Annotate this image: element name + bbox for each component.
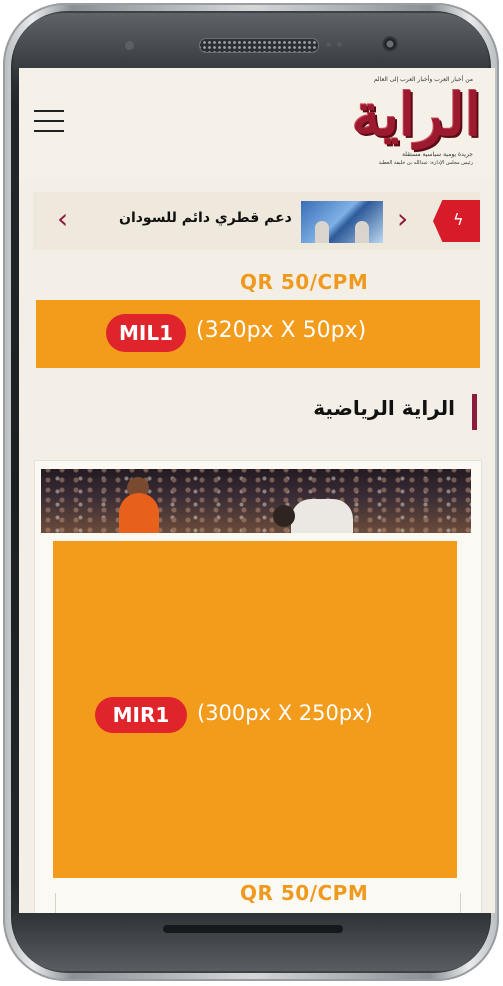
ticker-headline[interactable]: دعم قطري دائم للسودان <box>119 210 292 226</box>
logo-wordmark: الراية <box>351 81 481 149</box>
chevron-left-icon[interactable]: ‹ <box>57 204 68 234</box>
rect-ad-price: QR 50/CPM <box>240 881 369 905</box>
article-photo[interactable] <box>41 469 471 533</box>
sensor-dots <box>323 41 345 48</box>
leaderboard-ad-slot[interactable]: MIL1 (320px X 50px) <box>36 300 480 368</box>
section-title[interactable]: الراية الرياضية <box>313 396 455 420</box>
ad-code-badge: MIL1 <box>106 314 186 352</box>
site-logo[interactable]: من أخبار العرب وأخبار العرب إلى العالم ا… <box>281 76 481 168</box>
chevron-right-icon[interactable]: › <box>397 204 408 234</box>
phone-screen: من أخبار العرب وأخبار العرب إلى العالم ا… <box>19 68 495 913</box>
article-card[interactable]: MIR1 (300px X 250px) <box>34 460 482 913</box>
home-indicator <box>163 925 343 933</box>
photo-crowd <box>41 469 471 533</box>
leader-ad-price: QR 50/CPM <box>240 270 369 294</box>
card-divider <box>55 893 56 913</box>
breaking-news-tab[interactable]: ϟ <box>433 200 480 242</box>
menu-icon[interactable] <box>34 110 64 132</box>
thumbnail-figure <box>315 221 329 243</box>
lightning-icon: ϟ <box>453 210 464 229</box>
front-camera <box>382 36 398 52</box>
earpiece-speaker <box>199 38 319 53</box>
ad-dimensions: (300px X 250px) <box>197 701 373 725</box>
photo-player <box>273 505 295 527</box>
phone-bottom-gloss <box>13 911 489 971</box>
ticker-thumbnail[interactable] <box>301 201 383 243</box>
ad-code-badge: MIR1 <box>95 697 187 733</box>
ad-dimensions: (320px X 50px) <box>196 318 367 343</box>
proximity-sensor <box>125 41 134 50</box>
card-divider <box>460 893 461 913</box>
rectangle-ad-slot[interactable]: MIR1 (300px X 250px) <box>53 541 457 878</box>
news-ticker: ‹ دعم قطري دائم للسودان › ϟ <box>33 192 480 250</box>
site-header: من أخبار العرب وأخبار العرب إلى العالم ا… <box>19 68 495 178</box>
photo-player <box>119 493 159 533</box>
section-accent-bar <box>472 394 477 430</box>
photo-player <box>291 499 353 533</box>
logo-subtitle: جريدة يومية سياسية مستقلة <box>401 151 473 158</box>
thumbnail-figure <box>355 221 369 243</box>
logo-owner: رئيس مجلس الإدارة: عبدالله بن خليفة العط… <box>378 160 473 166</box>
